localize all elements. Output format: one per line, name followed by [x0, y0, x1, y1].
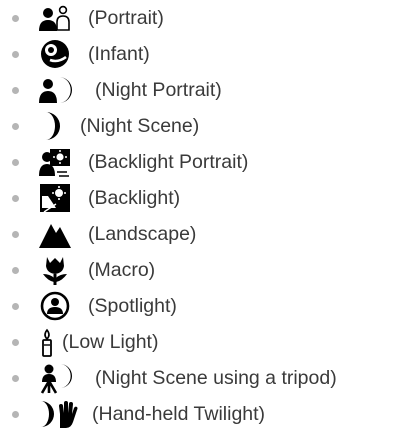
infant-icon	[38, 38, 72, 70]
bullet-dot	[12, 411, 19, 418]
list-item: (Backlight)	[0, 180, 414, 216]
bullet-dot	[12, 195, 19, 202]
scene-label: (Spotlight)	[88, 295, 177, 317]
hand-held-twilight-icon	[38, 398, 82, 430]
bullet-dot	[12, 231, 19, 238]
scene-mode-list: (Portrait) (Infant) (Night Portrait) (Ni…	[0, 0, 414, 432]
bullet-dot	[12, 15, 19, 22]
bullet-dot	[12, 339, 19, 346]
list-item: (Night Scene using a tripod)	[0, 360, 414, 396]
scene-label: (Portrait)	[88, 7, 164, 29]
spotlight-icon	[38, 290, 72, 322]
scene-label: (Landscape)	[88, 223, 197, 245]
scene-label: (Night Scene using a tripod)	[95, 367, 337, 389]
portrait-icon	[38, 2, 72, 34]
list-item: (Macro)	[0, 252, 414, 288]
list-item: (Night Portrait)	[0, 72, 414, 108]
macro-icon	[38, 254, 72, 286]
bullet-dot	[12, 303, 19, 310]
bullet-dot	[12, 375, 19, 382]
list-item: (Hand-held Twilight)	[0, 396, 414, 432]
bullet-dot	[12, 51, 19, 58]
scene-label: (Hand-held Twilight)	[92, 403, 266, 425]
backlight-icon	[38, 182, 72, 214]
list-item: (Low Light)	[0, 324, 414, 360]
bullet-dot	[12, 123, 19, 130]
night-scene-tripod-icon	[38, 362, 72, 394]
list-item: (Backlight Portrait)	[0, 144, 414, 180]
bullet-dot	[12, 87, 19, 94]
scene-label: (Night Portrait)	[95, 79, 222, 101]
list-item: (Infant)	[0, 36, 414, 72]
list-item: (Spotlight)	[0, 288, 414, 324]
list-item: (Night Scene)	[0, 108, 414, 144]
list-item: (Landscape)	[0, 216, 414, 252]
night-scene-icon	[38, 110, 72, 142]
bullet-dot	[12, 267, 19, 274]
scene-label: (Infant)	[88, 43, 150, 65]
scene-label: (Backlight)	[88, 187, 181, 209]
landscape-icon	[38, 218, 72, 250]
night-portrait-icon	[38, 74, 72, 106]
backlight-portrait-icon	[38, 146, 72, 178]
scene-label: (Low Light)	[62, 331, 159, 353]
scene-label: (Night Scene)	[80, 115, 200, 137]
list-item: (Portrait)	[0, 0, 414, 36]
bullet-dot	[12, 159, 19, 166]
scene-label: (Macro)	[88, 259, 156, 281]
scene-label: (Backlight Portrait)	[88, 151, 249, 173]
